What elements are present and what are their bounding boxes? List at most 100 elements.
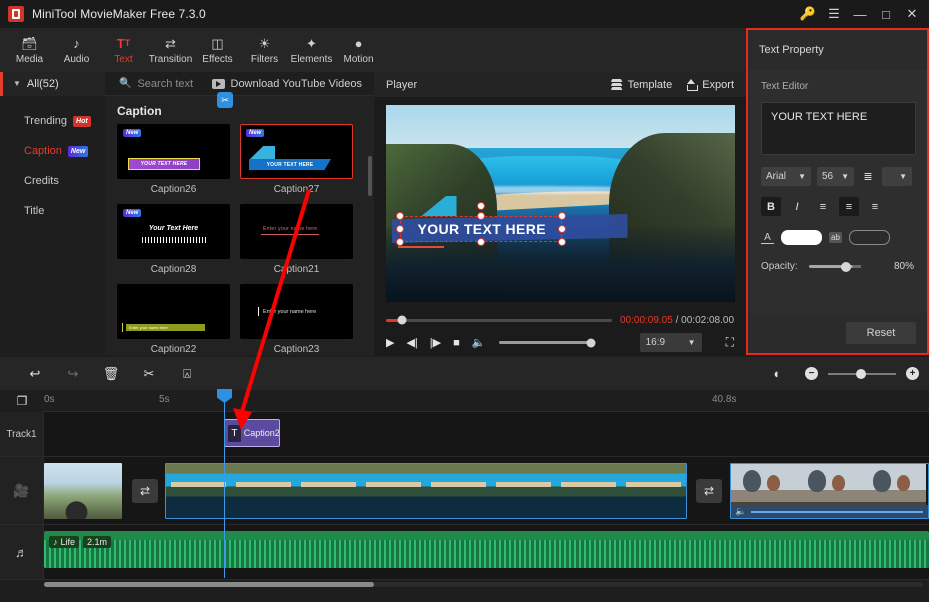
reset-button[interactable]: Reset — [846, 322, 916, 344]
key-icon[interactable]: 🔑 — [795, 0, 821, 28]
video-clip-2[interactable] — [165, 463, 687, 519]
audio-clip[interactable]: ♪ Life 2.1m — [44, 531, 929, 568]
video-preview[interactable]: YOUR TEXT HERE — [385, 105, 735, 302]
undo-icon[interactable]: ↩ — [16, 359, 54, 389]
scissors-icon[interactable]: ✂ — [217, 92, 233, 108]
maximize-button[interactable]: □ — [873, 0, 899, 28]
audio-track-body[interactable]: ♪ Life 2.1m — [44, 525, 929, 579]
text-overlay[interactable]: YOUR TEXT HERE — [391, 196, 628, 248]
play-button[interactable]: ▶ — [386, 336, 394, 349]
volume-knob[interactable] — [586, 338, 596, 347]
video-track-header[interactable]: 🎥 — [0, 457, 44, 524]
tab-transition[interactable]: ⇄ Transition — [147, 29, 194, 71]
zoom-knob[interactable] — [855, 368, 866, 379]
track1-body[interactable]: T Caption2 — [44, 412, 929, 456]
resize-handle-ne[interactable] — [557, 212, 566, 220]
close-button[interactable]: ✕ — [899, 0, 925, 28]
video-track-body[interactable]: ⇄ ⇄ 🔈 — [44, 457, 929, 524]
track1-header[interactable]: Track1 — [0, 412, 44, 456]
category-trending[interactable]: Trending Hot — [0, 106, 105, 136]
template-caption21[interactable]: Enter your name here Caption21 — [240, 204, 353, 275]
tab-filters[interactable]: ☀ Filters — [241, 29, 288, 71]
align-right-button[interactable]: ≡ — [865, 197, 885, 216]
redo-icon[interactable]: ↪ — [54, 359, 92, 389]
playhead[interactable] — [217, 389, 232, 578]
audio-track-header[interactable]: ♬ — [0, 525, 44, 579]
resize-handle-w[interactable] — [395, 225, 404, 233]
download-youtube-button[interactable]: Download YouTube Videos — [211, 78, 375, 90]
opacity-knob[interactable] — [840, 261, 851, 272]
tab-elements[interactable]: ✦ Elements — [288, 29, 335, 71]
resize-handle-n[interactable] — [476, 212, 485, 220]
volume-slider[interactable] — [499, 338, 596, 347]
stop-button[interactable]: ■ — [453, 337, 460, 349]
template-thumbnail[interactable]: Enter your name here — [240, 204, 353, 259]
zoom-in-icon[interactable]: + — [906, 367, 919, 380]
export-button[interactable]: Export — [686, 79, 734, 91]
category-caption[interactable]: Caption New — [0, 136, 105, 166]
tab-media[interactable]: 🗃 Media — [6, 29, 53, 71]
seek-knob[interactable] — [397, 315, 407, 325]
text-clip[interactable]: T Caption2 — [224, 419, 280, 447]
template-caption26[interactable]: New YOUR TEXT HERE Caption26 — [117, 124, 230, 195]
opacity-slider[interactable] — [809, 261, 853, 272]
aspect-ratio-dropdown[interactable]: 16:9 ▼ — [639, 333, 702, 352]
align-left-button[interactable]: ≡ — [813, 197, 833, 216]
template-caption27[interactable]: New YOUR TEXT HERE Caption27 — [240, 124, 353, 195]
background-color-swatch[interactable] — [848, 230, 890, 245]
resize-handle-nw[interactable] — [395, 212, 404, 220]
all-filter-dropdown[interactable]: ▼ All(52) — [0, 71, 105, 96]
template-thumbnail-selected[interactable]: New YOUR TEXT HERE — [240, 124, 353, 179]
font-size-dropdown[interactable]: 56 ▼ — [817, 167, 854, 186]
template-thumbnail[interactable]: Enter your name here — [240, 284, 353, 339]
zoom-out-icon[interactable]: − — [805, 367, 818, 380]
delete-icon[interactable]: 🗑 — [92, 359, 130, 389]
volume-icon[interactable]: 🔈 — [472, 336, 486, 349]
bold-button[interactable]: B — [761, 197, 781, 216]
template-button[interactable]: Template — [610, 79, 672, 91]
minimize-button[interactable]: — — [847, 0, 873, 28]
crop-icon[interactable]: ⍓ — [168, 359, 206, 389]
italic-button[interactable]: I — [787, 197, 807, 216]
resize-handle-e[interactable] — [557, 225, 566, 233]
resize-handle-s[interactable] — [476, 238, 485, 246]
ruler-scale[interactable]: 0s 5s 40.8s — [44, 390, 929, 412]
more-options-dropdown[interactable]: ▼ — [882, 167, 912, 186]
resize-handle-se[interactable] — [557, 238, 566, 246]
menu-icon[interactable]: ☰ — [821, 0, 847, 28]
split-view-icon[interactable]: ◖ — [757, 359, 795, 389]
previous-frame-button[interactable]: ◀| — [406, 336, 417, 349]
template-thumbnail[interactable]: Enter your name here — [117, 284, 230, 339]
resize-handle-sw[interactable] — [395, 238, 404, 246]
search-input[interactable]: 🔍 Search text — [105, 78, 193, 90]
video-clip-3[interactable]: 🔈 — [730, 463, 929, 519]
library-scrollbar[interactable] — [368, 156, 372, 196]
rotate-handle[interactable] — [476, 202, 485, 210]
tab-audio[interactable]: ♪ Audio — [53, 29, 100, 71]
video-clip-1[interactable] — [44, 463, 122, 519]
template-caption28[interactable]: New Your Text Here Caption28 — [117, 204, 230, 275]
category-credits[interactable]: Credits — [0, 166, 105, 196]
seek-bar[interactable] — [386, 315, 612, 325]
volume-icon[interactable]: 🔈 — [735, 506, 746, 517]
add-track-icon[interactable]: ❐ — [0, 390, 44, 412]
template-caption23[interactable]: Enter your name here Caption23 — [240, 284, 353, 355]
align-center-button[interactable]: ≡ — [839, 197, 859, 216]
line-spacing-icon[interactable]: ≣ — [860, 170, 876, 184]
next-frame-button[interactable]: |▶ — [430, 336, 441, 349]
tab-motion[interactable]: ● Motion — [335, 29, 382, 71]
font-family-dropdown[interactable]: Arial ▼ — [761, 167, 811, 186]
text-color-swatch[interactable] — [781, 230, 822, 245]
split-icon[interactable]: ✂ — [130, 359, 168, 389]
tab-text[interactable]: TT Text — [100, 29, 147, 71]
horizontal-scrollbar-thumb[interactable] — [44, 582, 374, 587]
template-thumbnail[interactable]: New Your Text Here — [117, 204, 230, 259]
template-thumbnail[interactable]: New YOUR TEXT HERE — [117, 124, 230, 179]
fullscreen-icon[interactable]: ⛶ — [726, 335, 734, 350]
category-title[interactable]: Title — [0, 196, 105, 226]
transition-button-1[interactable]: ⇄ — [132, 479, 158, 503]
text-editor-input[interactable]: YOUR TEXT HERE — [761, 102, 916, 155]
tab-effects[interactable]: ◫ Effects — [194, 29, 241, 71]
zoom-slider[interactable] — [828, 368, 896, 379]
transition-button-2[interactable]: ⇄ — [696, 479, 722, 503]
